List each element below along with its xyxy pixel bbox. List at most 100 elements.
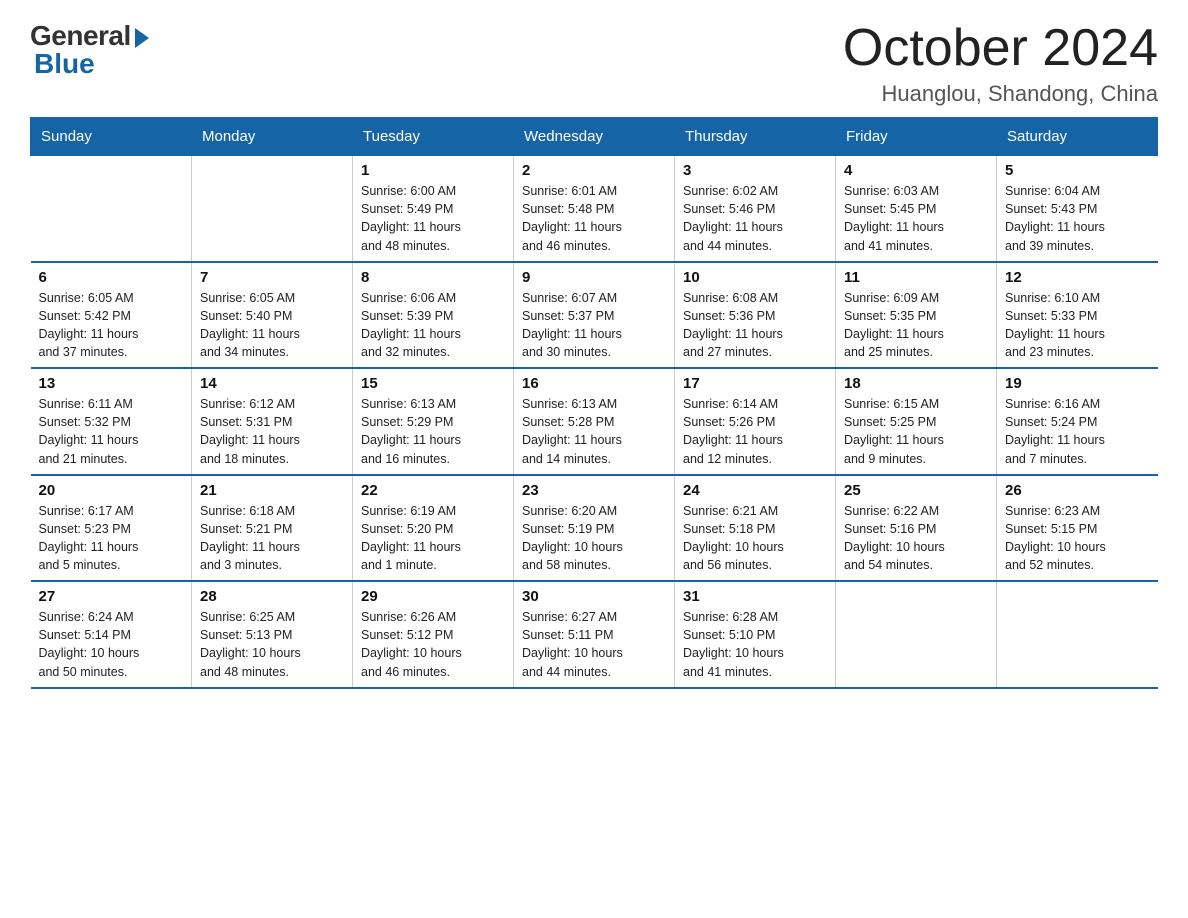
calendar-day-cell: 12 Sunrise: 6:10 AM Sunset: 5:33 PM Dayli… — [997, 262, 1158, 369]
calendar-day-cell: 27Sunrise: 6:24 AM Sunset: 5:14 PM Dayli… — [31, 581, 192, 688]
day-of-week-header: Saturday — [997, 118, 1158, 156]
calendar-day-cell: 25 Sunrise: 6:22 AM Sunset: 5:16 PM Dayli… — [836, 475, 997, 582]
calendar-week-row: 1 Sunrise: 6:00 AM Sunset: 5:49 PM Daylig… — [31, 156, 1158, 262]
calendar-body: 1 Sunrise: 6:00 AM Sunset: 5:49 PM Daylig… — [31, 156, 1158, 688]
day-info: Sunrise: 6:27 AM Sunset: 5:11 PM Dayligh… — [522, 610, 623, 678]
title-section: October 2024 Huanglou, Shandong, China — [843, 20, 1158, 107]
calendar-day-cell: 30 Sunrise: 6:27 AM Sunset: 5:11 PM Dayli… — [514, 581, 675, 688]
calendar-day-cell: 2 Sunrise: 6:01 AM Sunset: 5:48 PM Daylig… — [514, 156, 675, 262]
day-info: Sunrise: 6:08 AM Sunset: 5:36 PM Dayligh… — [683, 291, 783, 359]
day-info: Sunrise: 6:06 AM Sunset: 5:39 PM Dayligh… — [361, 291, 461, 359]
calendar-day-cell: 9Sunrise: 6:07 AM Sunset: 5:37 PM Daylig… — [514, 262, 675, 369]
day-info: Sunrise: 6:04 AM Sunset: 5:43 PM Dayligh… — [1005, 184, 1105, 252]
day-info: Sunrise: 6:05 AM Sunset: 5:40 PM Dayligh… — [200, 291, 300, 359]
day-number: 19 — [1005, 375, 1150, 392]
calendar-day-cell — [836, 581, 997, 688]
calendar-day-cell: 28 Sunrise: 6:25 AM Sunset: 5:13 PM Dayli… — [192, 581, 353, 688]
day-number: 31 — [683, 588, 827, 605]
logo-arrow-icon — [135, 28, 149, 48]
day-info: Sunrise: 6:19 AM Sunset: 5:20 PM Dayligh… — [361, 504, 461, 572]
day-number: 24 — [683, 482, 827, 499]
calendar-day-cell: 21Sunrise: 6:18 AM Sunset: 5:21 PM Dayli… — [192, 475, 353, 582]
calendar-day-cell: 4Sunrise: 6:03 AM Sunset: 5:45 PM Daylig… — [836, 156, 997, 262]
day-number: 23 — [522, 482, 666, 499]
day-info: Sunrise: 6:24 AM Sunset: 5:14 PM Dayligh… — [39, 610, 140, 678]
day-of-week-header: Sunday — [31, 118, 192, 156]
day-number: 10 — [683, 269, 827, 286]
day-number: 18 — [844, 375, 988, 392]
day-of-week-header: Monday — [192, 118, 353, 156]
day-info: Sunrise: 6:13 AM Sunset: 5:28 PM Dayligh… — [522, 397, 622, 465]
day-number: 17 — [683, 375, 827, 392]
day-number: 14 — [200, 375, 344, 392]
day-info: Sunrise: 6:12 AM Sunset: 5:31 PM Dayligh… — [200, 397, 300, 465]
day-info: Sunrise: 6:18 AM Sunset: 5:21 PM Dayligh… — [200, 504, 300, 572]
calendar-day-cell: 16 Sunrise: 6:13 AM Sunset: 5:28 PM Dayli… — [514, 368, 675, 475]
page-header: General Blue October 2024 Huanglou, Shan… — [30, 20, 1158, 107]
calendar-day-cell: 1 Sunrise: 6:00 AM Sunset: 5:49 PM Daylig… — [353, 156, 514, 262]
day-of-week-header: Tuesday — [353, 118, 514, 156]
day-info: Sunrise: 6:01 AM Sunset: 5:48 PM Dayligh… — [522, 184, 622, 252]
calendar-day-cell: 3Sunrise: 6:02 AM Sunset: 5:46 PM Daylig… — [675, 156, 836, 262]
day-info: Sunrise: 6:28 AM Sunset: 5:10 PM Dayligh… — [683, 610, 784, 678]
day-number: 29 — [361, 588, 505, 605]
calendar-week-row: 20Sunrise: 6:17 AM Sunset: 5:23 PM Dayli… — [31, 475, 1158, 582]
day-number: 11 — [844, 269, 988, 286]
day-info: Sunrise: 6:22 AM Sunset: 5:16 PM Dayligh… — [844, 504, 945, 572]
calendar-day-cell: 11 Sunrise: 6:09 AM Sunset: 5:35 PM Dayli… — [836, 262, 997, 369]
calendar-table: SundayMondayTuesdayWednesdayThursdayFrid… — [30, 117, 1158, 689]
logo: General Blue — [30, 20, 149, 80]
calendar-day-cell: 31 Sunrise: 6:28 AM Sunset: 5:10 PM Dayli… — [675, 581, 836, 688]
day-number: 22 — [361, 482, 505, 499]
day-info: Sunrise: 6:07 AM Sunset: 5:37 PM Dayligh… — [522, 291, 622, 359]
day-number: 12 — [1005, 269, 1150, 286]
calendar-day-cell: 14 Sunrise: 6:12 AM Sunset: 5:31 PM Dayli… — [192, 368, 353, 475]
calendar-day-cell: 8 Sunrise: 6:06 AM Sunset: 5:39 PM Daylig… — [353, 262, 514, 369]
calendar-day-cell: 29 Sunrise: 6:26 AM Sunset: 5:12 PM Dayli… — [353, 581, 514, 688]
day-of-week-header: Friday — [836, 118, 997, 156]
calendar-week-row: 13Sunrise: 6:11 AM Sunset: 5:32 PM Dayli… — [31, 368, 1158, 475]
calendar-day-cell: 7 Sunrise: 6:05 AM Sunset: 5:40 PM Daylig… — [192, 262, 353, 369]
calendar-day-cell: 22 Sunrise: 6:19 AM Sunset: 5:20 PM Dayli… — [353, 475, 514, 582]
day-info: Sunrise: 6:05 AM Sunset: 5:42 PM Dayligh… — [39, 291, 139, 359]
calendar-day-cell: 6Sunrise: 6:05 AM Sunset: 5:42 PM Daylig… — [31, 262, 192, 369]
day-info: Sunrise: 6:10 AM Sunset: 5:33 PM Dayligh… — [1005, 291, 1105, 359]
calendar-week-row: 6Sunrise: 6:05 AM Sunset: 5:42 PM Daylig… — [31, 262, 1158, 369]
day-number: 1 — [361, 162, 505, 179]
calendar-day-cell: 13Sunrise: 6:11 AM Sunset: 5:32 PM Dayli… — [31, 368, 192, 475]
day-number: 26 — [1005, 482, 1150, 499]
calendar-subtitle: Huanglou, Shandong, China — [843, 81, 1158, 107]
logo-blue-text: Blue — [34, 48, 95, 80]
calendar-header: SundayMondayTuesdayWednesdayThursdayFrid… — [31, 118, 1158, 156]
day-number: 28 — [200, 588, 344, 605]
day-number: 30 — [522, 588, 666, 605]
day-header-row: SundayMondayTuesdayWednesdayThursdayFrid… — [31, 118, 1158, 156]
day-info: Sunrise: 6:09 AM Sunset: 5:35 PM Dayligh… — [844, 291, 944, 359]
day-info: Sunrise: 6:20 AM Sunset: 5:19 PM Dayligh… — [522, 504, 623, 572]
day-number: 25 — [844, 482, 988, 499]
day-info: Sunrise: 6:26 AM Sunset: 5:12 PM Dayligh… — [361, 610, 462, 678]
day-number: 2 — [522, 162, 666, 179]
day-of-week-header: Wednesday — [514, 118, 675, 156]
calendar-day-cell: 20Sunrise: 6:17 AM Sunset: 5:23 PM Dayli… — [31, 475, 192, 582]
day-info: Sunrise: 6:15 AM Sunset: 5:25 PM Dayligh… — [844, 397, 944, 465]
day-info: Sunrise: 6:00 AM Sunset: 5:49 PM Dayligh… — [361, 184, 461, 252]
day-info: Sunrise: 6:03 AM Sunset: 5:45 PM Dayligh… — [844, 184, 944, 252]
calendar-day-cell: 17 Sunrise: 6:14 AM Sunset: 5:26 PM Dayli… — [675, 368, 836, 475]
calendar-day-cell: 18 Sunrise: 6:15 AM Sunset: 5:25 PM Dayli… — [836, 368, 997, 475]
day-info: Sunrise: 6:25 AM Sunset: 5:13 PM Dayligh… — [200, 610, 301, 678]
day-number: 5 — [1005, 162, 1150, 179]
day-number: 7 — [200, 269, 344, 286]
calendar-week-row: 27Sunrise: 6:24 AM Sunset: 5:14 PM Dayli… — [31, 581, 1158, 688]
day-number: 16 — [522, 375, 666, 392]
day-info: Sunrise: 6:17 AM Sunset: 5:23 PM Dayligh… — [39, 504, 139, 572]
day-info: Sunrise: 6:23 AM Sunset: 5:15 PM Dayligh… — [1005, 504, 1106, 572]
day-number: 8 — [361, 269, 505, 286]
day-info: Sunrise: 6:14 AM Sunset: 5:26 PM Dayligh… — [683, 397, 783, 465]
day-of-week-header: Thursday — [675, 118, 836, 156]
day-info: Sunrise: 6:02 AM Sunset: 5:46 PM Dayligh… — [683, 184, 783, 252]
calendar-day-cell: 10 Sunrise: 6:08 AM Sunset: 5:36 PM Dayli… — [675, 262, 836, 369]
calendar-day-cell: 19Sunrise: 6:16 AM Sunset: 5:24 PM Dayli… — [997, 368, 1158, 475]
day-number: 13 — [39, 375, 184, 392]
calendar-title: October 2024 — [843, 20, 1158, 77]
